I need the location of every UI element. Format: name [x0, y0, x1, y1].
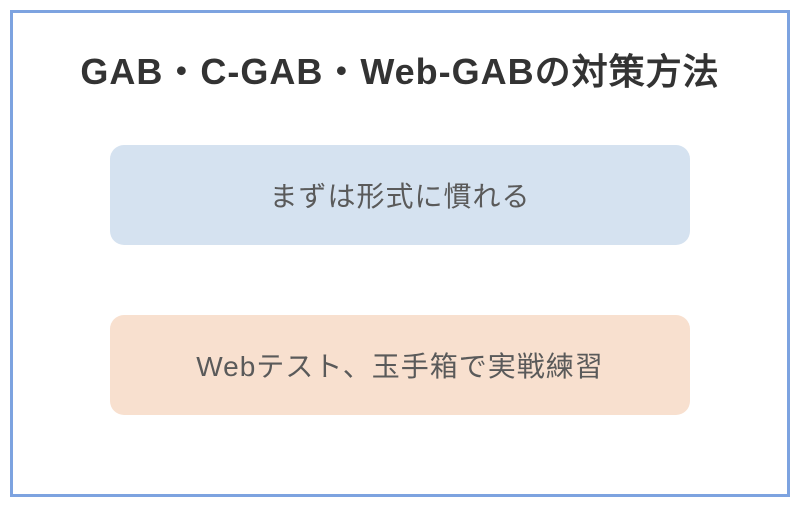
page-title: GAB・C-GAB・Web-GABの対策方法 — [80, 43, 719, 95]
tip-card-1: まずは形式に慣れる — [110, 145, 690, 245]
tip-card-2-label: Webテスト、玉手箱で実戦練習 — [196, 345, 604, 385]
tip-card-1-label: まずは形式に慣れる — [269, 175, 530, 215]
tip-card-2: Webテスト、玉手箱で実戦練習 — [110, 315, 690, 415]
main-frame: GAB・C-GAB・Web-GABの対策方法 まずは形式に慣れる Webテスト、… — [10, 10, 790, 497]
